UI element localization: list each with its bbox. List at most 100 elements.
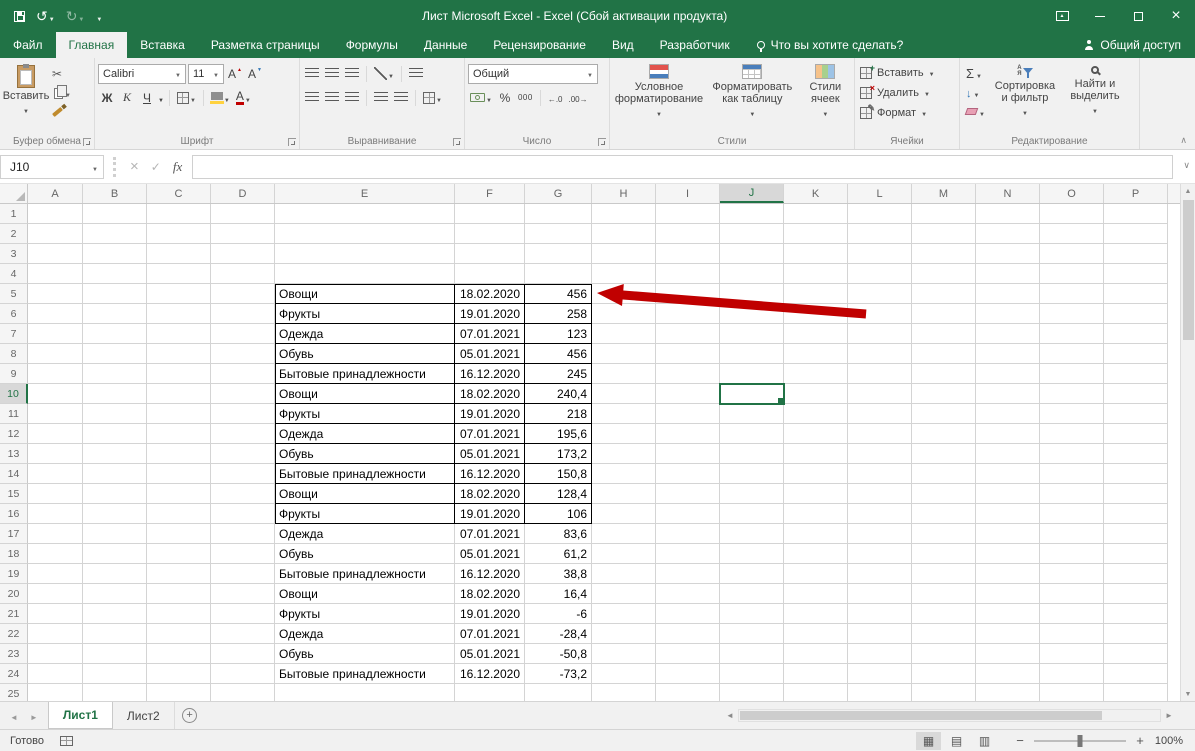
- cell-k12[interactable]: [784, 424, 848, 444]
- cell-j1[interactable]: [720, 204, 784, 224]
- cell-e8[interactable]: Обувь: [275, 344, 455, 364]
- cell-a20[interactable]: [28, 584, 83, 604]
- cell-f11[interactable]: 19.01.2020: [455, 404, 525, 424]
- cell-i23[interactable]: [656, 644, 720, 664]
- cell-d2[interactable]: [211, 224, 275, 244]
- cell-e1[interactable]: [275, 204, 455, 224]
- cell-o23[interactable]: [1040, 644, 1104, 664]
- cell-i21[interactable]: [656, 604, 720, 624]
- cell-f21[interactable]: 19.01.2020: [455, 604, 525, 624]
- cell-n7[interactable]: [976, 324, 1040, 344]
- cell-d14[interactable]: [211, 464, 275, 484]
- redo-button[interactable]: ↻: [62, 5, 89, 27]
- cell-p20[interactable]: [1104, 584, 1168, 604]
- cell-o25[interactable]: [1040, 684, 1104, 701]
- vertical-scroll-thumb[interactable]: [1183, 200, 1194, 340]
- horizontal-scrollbar[interactable]: [722, 702, 1177, 729]
- cell-f18[interactable]: 05.01.2021: [455, 544, 525, 564]
- ribbon-tab-5[interactable]: Данные: [411, 32, 480, 58]
- scroll-down-icon[interactable]: [1181, 687, 1195, 701]
- cell-p1[interactable]: [1104, 204, 1168, 224]
- row-header-13[interactable]: 13: [0, 444, 28, 464]
- cell-n23[interactable]: [976, 644, 1040, 664]
- cell-j23[interactable]: [720, 644, 784, 664]
- row-header-20[interactable]: 20: [0, 584, 28, 604]
- cell-i20[interactable]: [656, 584, 720, 604]
- cell-a15[interactable]: [28, 484, 83, 504]
- cell-c3[interactable]: [147, 244, 211, 264]
- save-button[interactable]: [10, 5, 29, 27]
- cell-b11[interactable]: [83, 404, 147, 424]
- cell-d8[interactable]: [211, 344, 275, 364]
- customize-qat-button[interactable]: [91, 5, 106, 27]
- row-header-24[interactable]: 24: [0, 664, 28, 684]
- cell-a12[interactable]: [28, 424, 83, 444]
- cell-h18[interactable]: [592, 544, 656, 564]
- cell-l10[interactable]: [848, 384, 912, 404]
- cell-c23[interactable]: [147, 644, 211, 664]
- cell-i1[interactable]: [656, 204, 720, 224]
- number-format-select[interactable]: Общий: [468, 64, 598, 84]
- cell-a23[interactable]: [28, 644, 83, 664]
- sheet-tab-1[interactable]: Лист1: [48, 702, 113, 729]
- cell-j17[interactable]: [720, 524, 784, 544]
- cell-o15[interactable]: [1040, 484, 1104, 504]
- cell-o3[interactable]: [1040, 244, 1104, 264]
- cell-h7[interactable]: [592, 324, 656, 344]
- cell-j9[interactable]: [720, 364, 784, 384]
- cell-h5[interactable]: [592, 284, 656, 304]
- cell-i4[interactable]: [656, 264, 720, 284]
- cell-l19[interactable]: [848, 564, 912, 584]
- cell-m19[interactable]: [912, 564, 976, 584]
- cell-m24[interactable]: [912, 664, 976, 684]
- cell-m15[interactable]: [912, 484, 976, 504]
- cell-a18[interactable]: [28, 544, 83, 564]
- cell-a6[interactable]: [28, 304, 83, 324]
- cell-i2[interactable]: [656, 224, 720, 244]
- cell-c16[interactable]: [147, 504, 211, 524]
- cell-j6[interactable]: [720, 304, 784, 324]
- horizontal-scroll-thumb[interactable]: [740, 711, 1102, 720]
- cell-g19[interactable]: 38,8: [525, 564, 592, 584]
- cell-m8[interactable]: [912, 344, 976, 364]
- cell-h2[interactable]: [592, 224, 656, 244]
- prev-sheet-icon[interactable]: [10, 709, 18, 723]
- zoom-in-button[interactable]: [1131, 733, 1149, 748]
- cell-f12[interactable]: 07.01.2021: [455, 424, 525, 444]
- cell-e16[interactable]: Фрукты: [275, 504, 455, 524]
- cell-h22[interactable]: [592, 624, 656, 644]
- cell-n19[interactable]: [976, 564, 1040, 584]
- cell-b19[interactable]: [83, 564, 147, 584]
- cell-p23[interactable]: [1104, 644, 1168, 664]
- cell-m1[interactable]: [912, 204, 976, 224]
- cell-l14[interactable]: [848, 464, 912, 484]
- row-header-16[interactable]: 16: [0, 504, 28, 524]
- cell-n12[interactable]: [976, 424, 1040, 444]
- ribbon-tab-3[interactable]: Разметка страницы: [198, 32, 333, 58]
- cell-k11[interactable]: [784, 404, 848, 424]
- cell-o13[interactable]: [1040, 444, 1104, 464]
- cell-j4[interactable]: [720, 264, 784, 284]
- row-header-14[interactable]: 14: [0, 464, 28, 484]
- cell-k19[interactable]: [784, 564, 848, 584]
- column-header-o[interactable]: O: [1040, 184, 1104, 203]
- font-dialog-launcher[interactable]: [288, 138, 296, 146]
- cell-e5[interactable]: Овощи: [275, 284, 455, 304]
- cell-o14[interactable]: [1040, 464, 1104, 484]
- cell-b12[interactable]: [83, 424, 147, 444]
- cell-l8[interactable]: [848, 344, 912, 364]
- cell-l9[interactable]: [848, 364, 912, 384]
- clipboard-dialog-launcher[interactable]: [83, 138, 91, 146]
- cell-i22[interactable]: [656, 624, 720, 644]
- cell-j8[interactable]: [720, 344, 784, 364]
- macro-record-button[interactable]: [60, 736, 73, 746]
- cell-b2[interactable]: [83, 224, 147, 244]
- cell-d19[interactable]: [211, 564, 275, 584]
- cell-j18[interactable]: [720, 544, 784, 564]
- cell-d22[interactable]: [211, 624, 275, 644]
- cell-l11[interactable]: [848, 404, 912, 424]
- cell-a25[interactable]: [28, 684, 83, 701]
- cell-h16[interactable]: [592, 504, 656, 524]
- cell-a5[interactable]: [28, 284, 83, 304]
- cell-g17[interactable]: 83,6: [525, 524, 592, 544]
